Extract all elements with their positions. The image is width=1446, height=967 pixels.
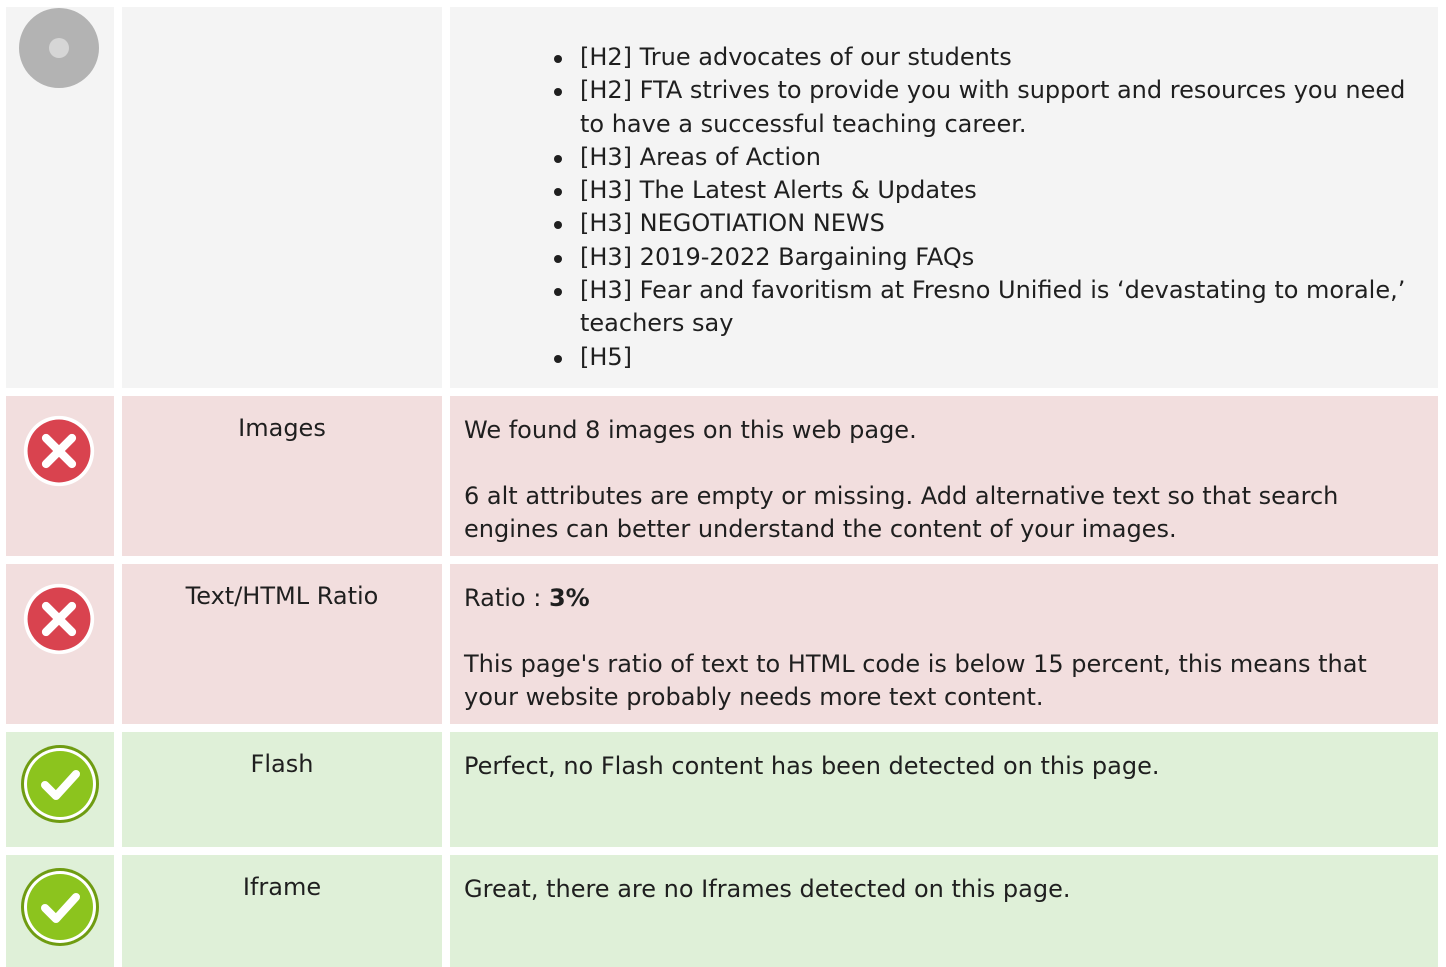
images-content: We found 8 images on this web page. 6 al… <box>450 396 1438 556</box>
iframe-icon-cell <box>6 855 114 967</box>
error-x-icon <box>23 583 95 655</box>
flash-row: Flash Perfect, no Flash content has been… <box>6 732 1438 847</box>
list-item: [H5] <box>554 341 1424 374</box>
neutral-gray-circle-icon <box>19 8 99 88</box>
images-found-text: We found 8 images on this web page. <box>464 416 917 444</box>
images-label: Images <box>122 396 442 556</box>
iframe-text: Great, there are no Iframes detected on … <box>464 875 1071 903</box>
error-x-icon <box>23 415 95 487</box>
flash-label: Flash <box>122 732 442 847</box>
ratio-content: Ratio : 3% This page's ratio of text to … <box>450 564 1438 724</box>
iframe-row: Iframe Great, there are no Iframes detec… <box>6 855 1438 967</box>
list-item: [H2] True advocates of our students <box>554 41 1424 74</box>
headings-row: [H2] True advocates of our students [H2]… <box>6 7 1438 388</box>
iframe-label: Iframe <box>122 855 442 967</box>
flash-icon-cell <box>6 732 114 847</box>
headings-list: [H2] True advocates of our students [H2]… <box>464 41 1424 374</box>
ratio-prefix: Ratio : <box>464 584 549 612</box>
images-row: Images We found 8 images on this web pag… <box>6 396 1438 556</box>
seo-report-table: [H2] True advocates of our students [H2]… <box>6 7 1438 967</box>
ratio-icon-cell <box>6 564 114 724</box>
ratio-explanation: This page's ratio of text to HTML code i… <box>464 650 1367 711</box>
headings-icon-cell <box>6 7 114 388</box>
headings-content: [H2] True advocates of our students [H2]… <box>450 7 1438 388</box>
iframe-content: Great, there are no Iframes detected on … <box>450 855 1438 967</box>
flash-text: Perfect, no Flash content has been detec… <box>464 752 1160 780</box>
list-item: [H3] 2019-2022 Bargaining FAQs <box>554 241 1424 274</box>
list-item: [H3] Fear and favoritism at Fresno Unifi… <box>554 274 1424 341</box>
images-icon-cell <box>6 396 114 556</box>
list-item: [H3] The Latest Alerts & Updates <box>554 174 1424 207</box>
list-item: [H2] FTA strives to provide you with sup… <box>554 74 1424 141</box>
list-item: [H3] Areas of Action <box>554 141 1424 174</box>
ratio-value-line: Ratio : 3% <box>464 582 1424 615</box>
ratio-value: 3% <box>548 584 590 612</box>
text-html-ratio-row: Text/HTML Ratio Ratio : 3% This page's r… <box>6 564 1438 724</box>
list-item: [H3] NEGOTIATION NEWS <box>554 207 1424 240</box>
ratio-label: Text/HTML Ratio <box>122 564 442 724</box>
check-icon <box>21 868 99 946</box>
check-icon <box>21 745 99 823</box>
images-alt-text: 6 alt attributes are empty or missing. A… <box>464 482 1339 543</box>
flash-content: Perfect, no Flash content has been detec… <box>450 732 1438 847</box>
headings-label <box>122 7 442 388</box>
